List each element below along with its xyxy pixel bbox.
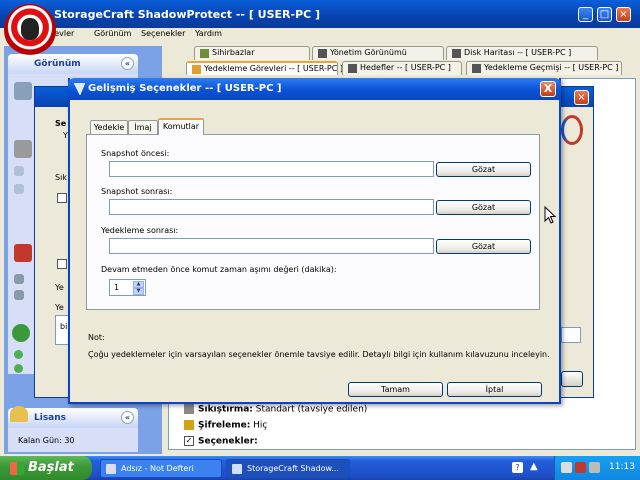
help-icon bbox=[12, 324, 30, 342]
tool-icon-2 bbox=[14, 290, 24, 300]
menu-bar: Görevler Görünüm Seçenekler Yardım bbox=[0, 28, 640, 42]
license-remaining: Kalan Gün: 30 bbox=[18, 436, 75, 445]
post-backup-label: Yedekleme sonrası: bbox=[101, 226, 179, 235]
shield-tray-icon[interactable] bbox=[561, 462, 572, 473]
compress-icon bbox=[184, 404, 194, 414]
post-snapshot-input[interactable] bbox=[109, 199, 434, 215]
key-icon bbox=[10, 406, 28, 422]
cd-icon bbox=[14, 166, 24, 176]
behind-checkbox[interactable] bbox=[57, 193, 67, 203]
pre-snapshot-browse-button[interactable]: Gözat bbox=[436, 162, 531, 177]
behind-input-edge[interactable] bbox=[561, 327, 581, 343]
minimize-button[interactable]: _ bbox=[578, 7, 593, 22]
behind-fragment: Sık bbox=[55, 173, 67, 182]
clock: 11:13 bbox=[609, 462, 635, 472]
main-window-title: StorageCraft ShadowProtect -- [ USER-PC … bbox=[54, 8, 321, 21]
post-snapshot-label: Snapshot sonrası: bbox=[101, 187, 173, 196]
menu-view[interactable]: Görünüm bbox=[94, 29, 131, 38]
dialog-close-button[interactable]: X bbox=[540, 81, 556, 97]
note-label: Not: bbox=[88, 333, 105, 342]
timeout-label: Devam etmeden önce komut zaman aşımı değ… bbox=[101, 265, 337, 274]
tab-backup[interactable]: Yedekle bbox=[90, 120, 128, 134]
taskbar-notepad[interactable]: Adsız - Not Defteri bbox=[100, 459, 222, 478]
tab-management-view[interactable]: Yönetim Görünümü bbox=[312, 46, 444, 60]
disk-icon bbox=[14, 140, 32, 158]
check-icon-2 bbox=[14, 364, 23, 373]
main-close-button[interactable]: × bbox=[616, 7, 631, 22]
commands-panel: Snapshot öncesi: Gözat Snapshot sonrası:… bbox=[86, 134, 540, 310]
maximize-button[interactable]: □ bbox=[597, 7, 612, 22]
tab-disk-map[interactable]: Disk Haritası -- [ USER-PC ] bbox=[446, 46, 598, 60]
cancel-button[interactable]: İptal bbox=[447, 382, 542, 397]
pre-snapshot-label: Snapshot öncesi: bbox=[101, 149, 170, 158]
management-icon bbox=[318, 49, 327, 58]
tab-strip: Sihirbazlar Yönetim Görünümü Disk Harita… bbox=[164, 44, 640, 78]
menu-help[interactable]: Yardım bbox=[195, 29, 222, 38]
timeout-stepper[interactable]: 1 ▲ ▼ bbox=[109, 279, 146, 296]
chevron-down-icon[interactable]: ▼ bbox=[133, 288, 144, 295]
dialog-title-bar[interactable]: Gelişmiş Seçenekler -- [ USER-PC ] X bbox=[68, 78, 561, 100]
tab-commands[interactable]: Komutlar bbox=[158, 118, 204, 135]
shadowprotect-logo bbox=[4, 4, 56, 56]
notepad-icon bbox=[106, 464, 116, 474]
behind-fragment: Ye bbox=[55, 283, 64, 292]
computer-icon bbox=[14, 82, 32, 100]
backup-job-icon bbox=[192, 65, 201, 74]
start-button[interactable]: Başlat bbox=[0, 456, 92, 480]
history-icon bbox=[472, 64, 481, 73]
behind-button-edge[interactable] bbox=[561, 371, 583, 387]
check-icon bbox=[14, 350, 23, 359]
post-backup-browse-button[interactable]: Gözat bbox=[436, 239, 531, 254]
timeout-value: 1 bbox=[114, 283, 120, 292]
shadowprotect-task-icon bbox=[232, 464, 242, 474]
toolbox-icon bbox=[14, 244, 32, 262]
chevron-up-icon[interactable]: ▲ bbox=[133, 281, 144, 288]
chevron-up-icon[interactable]: ▲ bbox=[530, 461, 538, 472]
shield-icon bbox=[74, 83, 85, 95]
taskbar-shadowprotect[interactable]: StorageCraft Shadow... bbox=[226, 459, 350, 478]
cd-icon-2 bbox=[14, 184, 24, 194]
tab-backup-history[interactable]: Yedekleme Geçmişi -- [ USER-PC ] bbox=[466, 61, 622, 75]
compression-row: Sıkıştırma: Standart (tavsiye edilen) bbox=[184, 404, 367, 415]
post-backup-input[interactable] bbox=[109, 238, 434, 254]
behind-fragment: Ye bbox=[55, 303, 64, 312]
tab-image[interactable]: İmaj bbox=[128, 120, 158, 134]
post-snapshot-browse-button[interactable]: Gözat bbox=[436, 200, 531, 215]
wizard-icon bbox=[200, 49, 209, 58]
checkbox-icon: ✓ bbox=[184, 436, 194, 446]
tab-backup-jobs[interactable]: Yedekleme Görevleri -- [ USER-PC ] bbox=[186, 61, 343, 75]
windows-flag-icon bbox=[10, 462, 24, 475]
lock-icon bbox=[184, 420, 194, 430]
encryption-row: Şifreleme: Hiç bbox=[184, 420, 267, 431]
note-text: Çoğu yedeklemeler için varsayılan seçene… bbox=[88, 350, 550, 359]
options-row: ✓ Seçenekler: bbox=[184, 436, 258, 447]
refresh-icon bbox=[561, 115, 583, 145]
security-tray-icon[interactable] bbox=[575, 462, 586, 473]
license-panel-body: Kalan Gün: 30 bbox=[8, 428, 138, 452]
chevron-up-icon[interactable]: « bbox=[121, 411, 134, 424]
behind-fragment: Se bbox=[55, 119, 67, 128]
tab-destinations[interactable]: Hedefler -- [ USER-PC ] bbox=[342, 61, 462, 75]
main-title-bar[interactable]: StorageCraft ShadowProtect -- [ USER-PC … bbox=[0, 0, 640, 28]
dialog-title: Gelişmiş Seçenekler -- [ USER-PC ] bbox=[88, 83, 282, 94]
pre-snapshot-input[interactable] bbox=[109, 161, 434, 177]
ok-button[interactable]: Tamam bbox=[348, 382, 443, 397]
advanced-options-dialog: Gelişmiş Seçenekler -- [ USER-PC ] X Yed… bbox=[68, 78, 561, 404]
mouse-cursor-icon bbox=[544, 206, 556, 224]
license-panel-title: Lisans bbox=[34, 413, 67, 423]
destination-icon bbox=[348, 64, 357, 73]
chevron-up-icon[interactable]: « bbox=[121, 57, 134, 70]
tool-icon bbox=[14, 274, 24, 284]
taskbar: Başlat Adsız - Not Defteri StorageCraft … bbox=[0, 456, 640, 480]
help-tray-icon[interactable]: ? bbox=[512, 462, 523, 473]
view-panel-title: Görünüm bbox=[34, 59, 81, 69]
behind-checkbox[interactable] bbox=[57, 259, 67, 269]
volume-tray-icon[interactable] bbox=[589, 462, 600, 473]
menu-options[interactable]: Seçenekler bbox=[141, 29, 185, 38]
disk-map-icon bbox=[452, 49, 461, 58]
system-tray: 11:13 bbox=[554, 456, 640, 480]
tab-wizards[interactable]: Sihirbazlar bbox=[194, 46, 310, 60]
backup-job-close-button[interactable]: × bbox=[574, 90, 589, 105]
view-panel-header[interactable]: Görünüm « bbox=[8, 54, 138, 74]
